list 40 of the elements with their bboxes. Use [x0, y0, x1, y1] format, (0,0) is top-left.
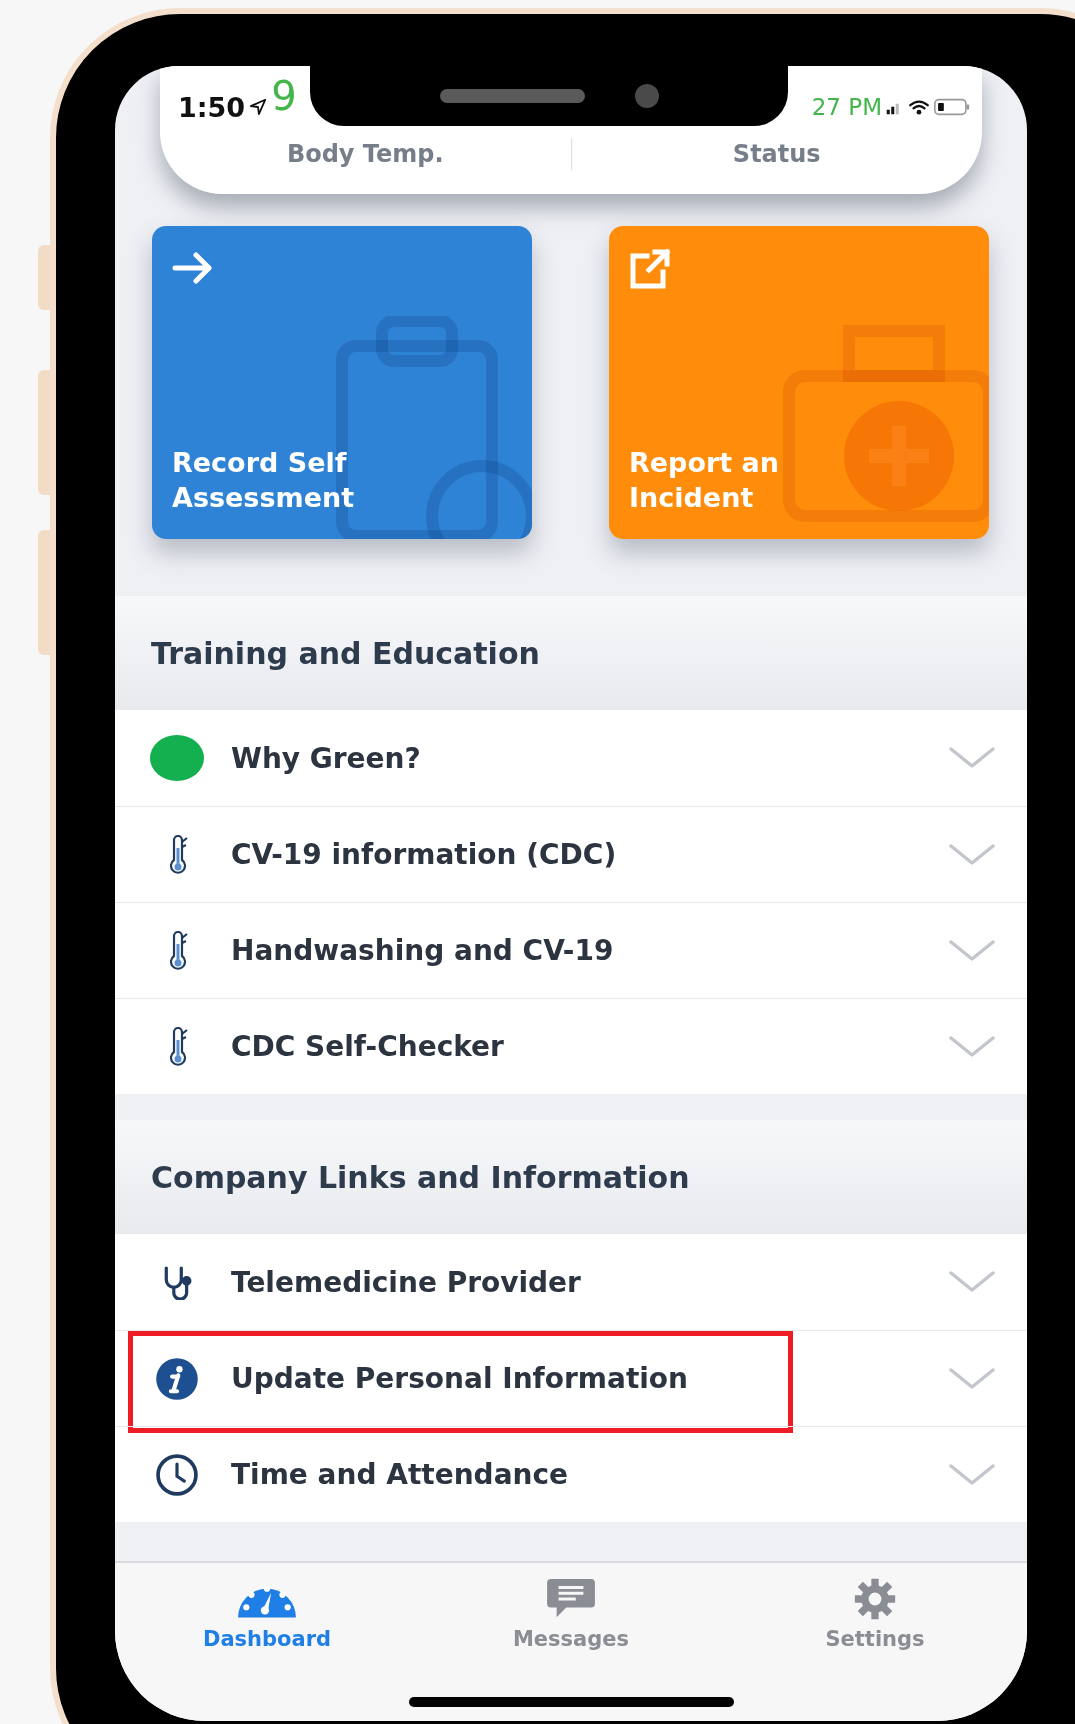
action-tile[interactable]: Record Self Assessment — [152, 226, 532, 539]
list-row[interactable]: Time and Attendance — [115, 1426, 1027, 1522]
external-link-icon — [629, 248, 671, 290]
ghost-text: 9 — [271, 73, 297, 119]
chevron-icon[interactable] — [949, 842, 995, 867]
location-arrow-icon — [249, 98, 268, 116]
list-row[interactable]: Update Personal Information — [115, 1330, 1027, 1426]
info-icon — [155, 1356, 199, 1401]
stat-label: Body Temp. — [286, 140, 444, 168]
section-title: Company Links and Information — [151, 1159, 690, 1195]
list-row[interactable]: Telemedicine Provider — [115, 1234, 1027, 1330]
tile-label: Report an Incident — [629, 446, 781, 515]
row-label: Handwashing and CV-19 — [231, 934, 615, 967]
row-label: CV-19 information (CDC) — [231, 838, 618, 871]
wifi-icon — [908, 98, 930, 116]
stat-label: Status — [732, 140, 821, 168]
list-row[interactable]: Handwashing and CV-19 — [115, 902, 1027, 998]
list-row[interactable]: Why Green? — [115, 710, 1027, 806]
row-label: Telemedicine Provider — [231, 1265, 582, 1299]
clock-icon — [155, 1452, 199, 1497]
stethoscope-icon — [162, 1264, 192, 1300]
row-label: Update Personal Information — [231, 1362, 690, 1395]
chevron-icon[interactable] — [949, 1462, 995, 1487]
tile-label: Record Self Assessment — [172, 446, 356, 515]
chevron-icon[interactable] — [949, 1034, 995, 1059]
status-time: 1:50 — [178, 91, 246, 123]
chevron-icon[interactable] — [949, 1270, 995, 1294]
list-row[interactable]: CDC Self-Checker — [115, 998, 1027, 1094]
tab-button[interactable]: Dashboard — [167, 1577, 367, 1651]
row-label: Why Green? — [231, 741, 422, 775]
row-label: Time and Attendance — [231, 1458, 570, 1491]
chevron-icon[interactable] — [949, 938, 995, 963]
chevron-icon[interactable] — [949, 746, 995, 770]
row-label: CDC Self-Checker — [231, 1030, 505, 1063]
battery-icon — [934, 98, 970, 116]
list-row[interactable]: CV-19 information (CDC) — [115, 806, 1027, 902]
chevron-icon[interactable] — [949, 1366, 995, 1391]
ghost-text: 27 PM — [811, 94, 882, 120]
camera-dot — [634, 84, 659, 108]
section-title: Training and Education — [151, 635, 540, 671]
